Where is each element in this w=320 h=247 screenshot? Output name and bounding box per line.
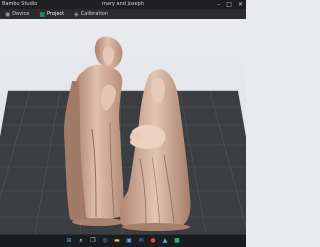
wifi-icon: ◉ xyxy=(5,10,11,18)
figure-standing-man[interactable] xyxy=(64,36,124,226)
tab-calibration[interactable]: ◈ Calibration xyxy=(69,9,113,19)
os-taskbar: ⊞ ⌕ ❐ ◎ ▬ ▣ ✉ ● ▲ ■ xyxy=(0,234,246,247)
calibration-icon: ◈ xyxy=(74,10,79,18)
edge-browser-icon[interactable]: ◎ xyxy=(101,236,110,245)
tab-calibration-label: Calibration xyxy=(80,11,108,17)
tab-project[interactable]: ▦ Project xyxy=(34,9,69,19)
folder-icon: ▦ xyxy=(39,10,46,18)
file-explorer-icon[interactable]: ▬ xyxy=(113,236,122,245)
photos-icon[interactable]: ▲ xyxy=(161,236,170,245)
start-icon[interactable]: ⊞ xyxy=(65,236,74,245)
store-icon[interactable]: ▣ xyxy=(125,236,134,245)
child-head xyxy=(130,131,142,143)
close-icon[interactable]: ✕ xyxy=(238,0,243,9)
taskbar-icons: ⊞ ⌕ ❐ ◎ ▬ ▣ ✉ ● ▲ ■ xyxy=(65,236,182,245)
minimize-icon[interactable]: – xyxy=(217,0,220,9)
document-title: mary and joseph xyxy=(101,1,144,7)
tab-device[interactable]: ◉ Device xyxy=(0,9,34,19)
mail-icon[interactable]: ✉ xyxy=(137,236,146,245)
task-view-icon[interactable]: ❐ xyxy=(89,236,98,245)
tab-project-label: Project xyxy=(47,11,65,17)
3d-viewport[interactable] xyxy=(0,19,246,234)
maximize-icon[interactable]: □ xyxy=(226,0,232,9)
chrome-icon[interactable]: ● xyxy=(149,236,158,245)
bambu-studio-icon[interactable]: ■ xyxy=(173,236,182,245)
tab-device-label: Device xyxy=(12,11,30,17)
scene xyxy=(0,36,246,234)
title-bar: Bambu Studio mary and joseph – □ ✕ xyxy=(0,0,246,9)
search-icon[interactable]: ⌕ xyxy=(77,236,86,245)
window-controls: – □ ✕ xyxy=(217,0,243,9)
